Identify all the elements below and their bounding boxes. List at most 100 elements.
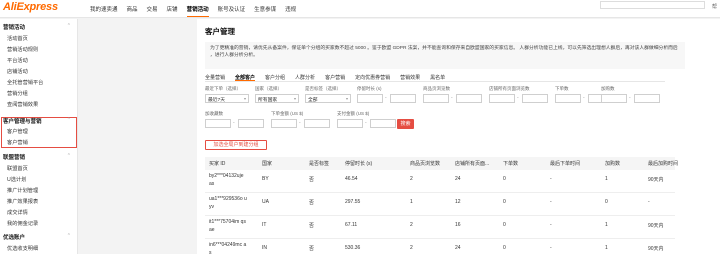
sidebar-group-customer[interactable]: 客户管理与营销 ⌃: [3, 117, 75, 125]
topnav-store[interactable]: 店铺: [167, 5, 178, 17]
sidebar-item[interactable]: 全托管营销平台: [7, 79, 43, 86]
tab-coupon-marketing[interactable]: 定向优惠券营销: [355, 72, 390, 81]
sidebar-item[interactable]: 店铺活动: [7, 68, 28, 75]
select-value: 全部: [308, 98, 318, 103]
sidebar: 营销活动 ⌃ 活动首页 营销活动规则 平台活动 店铺活动 全托管营销平台 营销分…: [0, 19, 78, 254]
buyer-id-cell[interactable]: ua1***929536o uyv: [209, 195, 247, 211]
orders-cell: 0: [503, 222, 506, 228]
page-title: 客户管理: [205, 27, 235, 36]
buyer-id-cell[interactable]: by2***04132uje as: [209, 172, 247, 188]
tab-all-marketing[interactable]: 全量营销: [205, 72, 225, 81]
sidebar-group-label: 营销活动: [3, 25, 26, 31]
order-amount-max-input[interactable]: [304, 119, 330, 128]
chevron-up-icon: ⌃: [66, 117, 71, 123]
sidebar-item[interactable]: 营销活动规则: [7, 46, 38, 53]
product-views-max-input[interactable]: [456, 94, 482, 103]
favorites-min-input[interactable]: [205, 119, 231, 128]
select-value: 最近7天: [208, 98, 226, 103]
table-row[interactable]: it1***75704im qsae IT 否 67.11 2 16 0 - 1…: [205, 216, 675, 239]
topnav-marketing[interactable]: 营销活动: [186, 5, 209, 17]
topnav-orders[interactable]: 交易: [147, 5, 158, 17]
range-dash: -: [233, 120, 235, 126]
sidebar-group-label: 优选账户: [3, 235, 26, 241]
column-header: 买家 ID: [209, 161, 226, 167]
buyer-id-cell[interactable]: it1***75704im qsae: [209, 218, 247, 234]
tab-audience-analysis[interactable]: 人群分析: [295, 72, 315, 81]
orders-min-input[interactable]: [555, 94, 581, 103]
tag-select[interactable]: 全部 ▾: [305, 94, 351, 103]
filter-label: 下单金额 (US $): [271, 111, 304, 116]
tab-all-customers[interactable]: 全部客户: [235, 72, 256, 81]
sidebar-item[interactable]: 联盟首页: [7, 165, 28, 172]
sidebar-item[interactable]: 优选收支明细: [7, 245, 38, 252]
last-cart-cell: 90天内: [648, 223, 664, 229]
sidebar-item[interactable]: 我的佣金记录: [7, 220, 38, 227]
search-button[interactable]: 搜索: [397, 119, 414, 129]
last-order-select[interactable]: 最近7天 ▾: [205, 94, 249, 103]
last-order-cell: -: [550, 222, 552, 228]
tag-cell: 否: [309, 246, 315, 252]
filter-label: 是否标签（选择）: [305, 86, 341, 91]
chevron-down-icon: ▾: [345, 96, 348, 101]
tab-customer-marketing[interactable]: 客户营销: [325, 72, 345, 81]
tab-blacklist[interactable]: 黑名单: [430, 72, 445, 81]
sidebar-item[interactable]: 营销分组: [7, 90, 28, 97]
topnav-products[interactable]: 商品: [127, 5, 138, 17]
sidebar-item-customer-marketing[interactable]: 客户营销: [7, 139, 28, 146]
payment-amount-min-input[interactable]: [337, 119, 363, 128]
sidebar-item[interactable]: 推广计划管理: [7, 187, 38, 194]
country-cell: BY: [262, 176, 269, 182]
filter-label: 最近下单（选择）: [205, 86, 241, 91]
filter-label: 店铺所有页面浏览数: [489, 86, 530, 91]
table-row[interactable]: by2***04132uje as BY 否 46.54 2 24 0 - 1 …: [205, 170, 675, 193]
order-amount-min-input[interactable]: [271, 119, 297, 128]
stay-duration-min-input[interactable]: [357, 94, 383, 103]
range-dash: -: [517, 95, 519, 101]
product-views-min-input[interactable]: [423, 94, 449, 103]
topnav-violations[interactable]: 违规: [285, 5, 296, 17]
table-row[interactable]: ua1***929536o uyv UA 否 297.55 1 12 0 - 0…: [205, 193, 675, 216]
payment-amount-max-input[interactable]: [370, 119, 396, 128]
favorites-max-input[interactable]: [238, 119, 264, 128]
tag-cell: 否: [309, 200, 315, 206]
sidebar-group-marketing[interactable]: 营销活动 ⌃: [3, 23, 75, 31]
add-to-group-button[interactable]: 加选全局户到建分组: [205, 140, 267, 150]
top-search-input[interactable]: [600, 1, 705, 9]
product-views-cell: 2: [410, 222, 413, 228]
store-views-max-input[interactable]: [522, 94, 548, 103]
sidebar-item[interactable]: 平台活动: [7, 57, 28, 64]
sidebar-item[interactable]: 查阅营销效果: [7, 101, 38, 108]
table-row[interactable]: in6***04249mc as IN 否 530.36 2 24 0 - 1 …: [205, 239, 675, 254]
sidebar-item[interactable]: 成交详情: [7, 209, 28, 216]
topnav-analytics[interactable]: 生意参谋: [254, 5, 276, 17]
stay-duration-cell: 297.55: [345, 199, 361, 205]
cart-adds-min-input[interactable]: [601, 94, 627, 103]
stay-duration-max-input[interactable]: [390, 94, 416, 103]
range-dash: -: [365, 120, 367, 126]
store-views-cell: 24: [455, 176, 461, 182]
product-views-cell: 2: [410, 245, 413, 251]
sidebar-item-customer-management[interactable]: 客户管理: [7, 128, 28, 135]
topnav-home[interactable]: 我的速卖通: [90, 5, 118, 17]
aliexpress-logo[interactable]: AliExpress: [3, 1, 58, 13]
cart-adds-max-input[interactable]: [634, 94, 660, 103]
tab-customer-groups[interactable]: 客户分组: [265, 72, 285, 81]
tab-marketing-effect[interactable]: 营销效果: [400, 72, 420, 81]
sidebar-group-label: 联盟营销: [3, 155, 26, 161]
sidebar-group-affiliate[interactable]: 联盟营销 ⌃: [3, 153, 75, 161]
buyer-id-cell[interactable]: in6***04249mc as: [209, 241, 247, 254]
topnav-account[interactable]: 账号及认证: [218, 5, 246, 17]
sidebar-group-account[interactable]: 优选账户 ⌃: [3, 233, 75, 241]
sidebar-item[interactable]: 推广效果报表: [7, 198, 38, 205]
chevron-up-icon: ⌃: [66, 153, 71, 159]
country-select[interactable]: 所有国家 ▾: [255, 94, 299, 103]
sidebar-item[interactable]: U选计划: [7, 176, 26, 183]
filter-label: 下单数: [555, 86, 569, 91]
top-user-link[interactable]: 帮: [712, 3, 717, 10]
chevron-down-icon: ▾: [293, 96, 296, 101]
stay-duration-cell: 46.54: [345, 176, 358, 182]
sidebar-item[interactable]: 活动首页: [7, 35, 28, 42]
chevron-up-icon: ⌃: [66, 23, 71, 29]
store-views-min-input[interactable]: [489, 94, 515, 103]
last-cart-cell: 90天内: [648, 177, 664, 183]
